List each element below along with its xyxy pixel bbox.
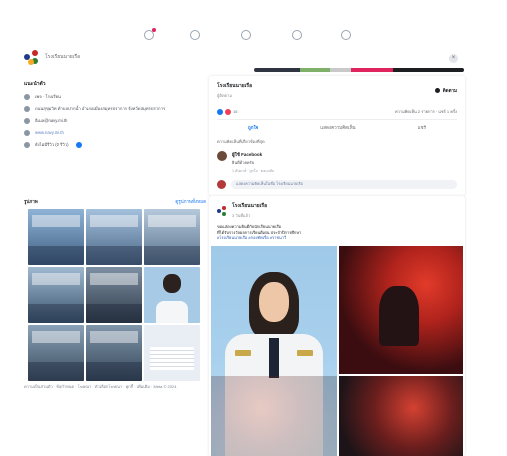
follow-icon bbox=[434, 88, 440, 93]
comment-item: ผู้ใช้ Facebook ยินดีด้วยครับ 1 สัปดาห์ … bbox=[209, 145, 465, 174]
photo-thumbnail[interactable] bbox=[86, 325, 142, 381]
page-logo[interactable] bbox=[24, 49, 39, 65]
reactions-summary[interactable]: 15 bbox=[217, 108, 237, 115]
messenger-icon[interactable] bbox=[190, 30, 200, 40]
email-icon bbox=[24, 118, 30, 124]
photo-thumbnail[interactable] bbox=[28, 267, 84, 323]
avatar[interactable] bbox=[217, 151, 227, 161]
post-photo[interactable] bbox=[211, 376, 337, 456]
info-icon bbox=[24, 94, 30, 100]
close-icon[interactable]: × bbox=[449, 54, 458, 63]
like-reaction-icon bbox=[217, 108, 223, 115]
comment-filter[interactable]: ความคิดเห็นที่เกี่ยวข้องที่สุด bbox=[209, 131, 465, 145]
footer-links[interactable]: ความเป็นส่วนตัว · ข้อกำหนด · โฆษณา · ตัว… bbox=[24, 384, 206, 390]
comment-text: ยินดีด้วยครับ bbox=[232, 160, 255, 165]
like-button[interactable]: ถูกใจ bbox=[248, 124, 258, 131]
post-header: โรงเรียนนายเรือ ผู้ติดตาม ติดตาม bbox=[209, 76, 465, 99]
photo-thumbnail[interactable] bbox=[144, 209, 200, 265]
post-header: โรงเรียนนายเรือ 3 วันที่แล้ว bbox=[209, 196, 465, 219]
post-author[interactable]: โรงเรียนนายเรือ bbox=[217, 82, 252, 90]
intro-row-email: อีเมล@navy.mi.th bbox=[24, 118, 206, 124]
share-button[interactable]: แชร์ bbox=[418, 124, 426, 131]
love-reaction-icon bbox=[225, 108, 231, 115]
post-text: ขอแสดงความยินดีกับนักเรียนนายเรือ ที่ได้… bbox=[209, 219, 465, 241]
comments-shares-count[interactable]: ความคิดเห็น 2 รายการ · แชร์ 1 ครั้ง bbox=[395, 108, 457, 115]
photo-thumbnail[interactable] bbox=[144, 267, 200, 323]
post-author[interactable]: โรงเรียนนายเรือ bbox=[232, 202, 267, 210]
post-photo[interactable] bbox=[339, 246, 463, 374]
comment-meta: 1 สัปดาห์ · ถูกใจ · ตอบกลับ bbox=[232, 169, 275, 173]
see-all-photos-link[interactable]: ดูรูปภาพทั้งหมด bbox=[175, 198, 206, 205]
page-name[interactable]: โรงเรียนนายเรือ bbox=[45, 53, 80, 61]
marketplace-icon[interactable] bbox=[292, 30, 302, 40]
post-card: โรงเรียนนายเรือ ผู้ติดตาม ติดตาม 15 ความ… bbox=[209, 76, 465, 196]
info-badge-icon[interactable] bbox=[76, 142, 83, 148]
photos-title: รูปภาพ bbox=[24, 199, 38, 204]
post-photo[interactable] bbox=[339, 376, 463, 456]
comment-input[interactable]: แสดงความคิดเห็นในชื่อ โรงเรียนนายเรือ bbox=[231, 180, 457, 189]
post-stats: 15 ความคิดเห็น 2 รายการ · แชร์ 1 ครั้ง bbox=[209, 99, 465, 115]
post-hashtags[interactable]: #โรงเรียนนายเรือ #กองทัพเรือ #ราชนาวี bbox=[217, 235, 457, 241]
right-column: × โรงเรียนนายเรือ ผู้ติดตาม ติดตาม 15 คว… bbox=[209, 54, 465, 456]
intro-email[interactable]: อีเมล@navy.mi.th bbox=[35, 118, 67, 124]
location-icon bbox=[24, 106, 30, 112]
notification-icon[interactable] bbox=[144, 28, 156, 40]
intro-website-link[interactable]: www.navy.mi.th bbox=[35, 130, 64, 136]
photo-thumbnail[interactable] bbox=[28, 325, 84, 381]
intro-category: เพจ · โรงเรียน bbox=[35, 94, 61, 99]
story-progress-bar bbox=[254, 68, 464, 72]
post-photo-collage bbox=[211, 246, 463, 456]
photos-header: รูปภาพ ดูรูปภาพทั้งหมด bbox=[24, 198, 206, 205]
intro-title: แนะนำตัว bbox=[24, 81, 46, 87]
intro-address: ถนนสุขุมวิท ตำบลปากน้ำ อำเภอเมืองสมุทรปร… bbox=[35, 106, 166, 111]
post-subtitle: ผู้ติดตาม bbox=[217, 93, 233, 98]
comment-composer: แสดงความคิดเห็นในชื่อ โรงเรียนนายเรือ bbox=[209, 174, 465, 189]
post-time[interactable]: 3 วันที่แล้ว bbox=[232, 212, 267, 219]
intro-row-address: ถนนสุขุมวิท ตำบลปากน้ำ อำเภอเมืองสมุทรปร… bbox=[24, 106, 206, 112]
reaction-count: 15 bbox=[233, 109, 238, 114]
link-icon bbox=[24, 130, 30, 136]
photo-thumbnail[interactable] bbox=[28, 209, 84, 265]
follow-button[interactable]: ติดตาม bbox=[434, 82, 457, 99]
page-header: โรงเรียนนายเรือ bbox=[24, 46, 206, 68]
photo-thumbnail[interactable] bbox=[86, 209, 142, 265]
photo-thumbnail[interactable] bbox=[144, 325, 200, 381]
intro-row-category: เพจ · โรงเรียน bbox=[24, 94, 206, 100]
photo-grid bbox=[28, 209, 200, 381]
intro-row-website: www.navy.mi.th bbox=[24, 130, 206, 136]
avatar bbox=[217, 180, 226, 189]
post-card: โรงเรียนนายเรือ 3 วันที่แล้ว ขอแสดงความย… bbox=[209, 196, 465, 456]
left-column: โรงเรียนนายเรือ แนะนำตัว เพจ · โรงเรียน … bbox=[24, 46, 206, 406]
page-logo[interactable] bbox=[217, 205, 227, 216]
comment-button[interactable]: แสดงความคิดเห็น bbox=[320, 124, 355, 131]
photo-thumbnail[interactable] bbox=[86, 267, 142, 323]
groups-icon[interactable] bbox=[341, 30, 351, 40]
comment-author[interactable]: ผู้ใช้ Facebook bbox=[232, 151, 274, 158]
notification-dot bbox=[152, 28, 156, 32]
intro-rating: ยังไม่มีรีวิว (0 รีวิว) bbox=[35, 142, 69, 147]
follow-label: ติดตาม bbox=[442, 88, 457, 93]
video-icon[interactable] bbox=[241, 30, 251, 40]
top-navigation-bar bbox=[0, 0, 507, 50]
star-icon bbox=[24, 142, 30, 148]
intro-row-rating: ยังไม่มีรีวิว (0 รีวิว) bbox=[24, 142, 206, 148]
post-actions: ถูกใจ แสดงความคิดเห็น แชร์ bbox=[217, 119, 457, 131]
